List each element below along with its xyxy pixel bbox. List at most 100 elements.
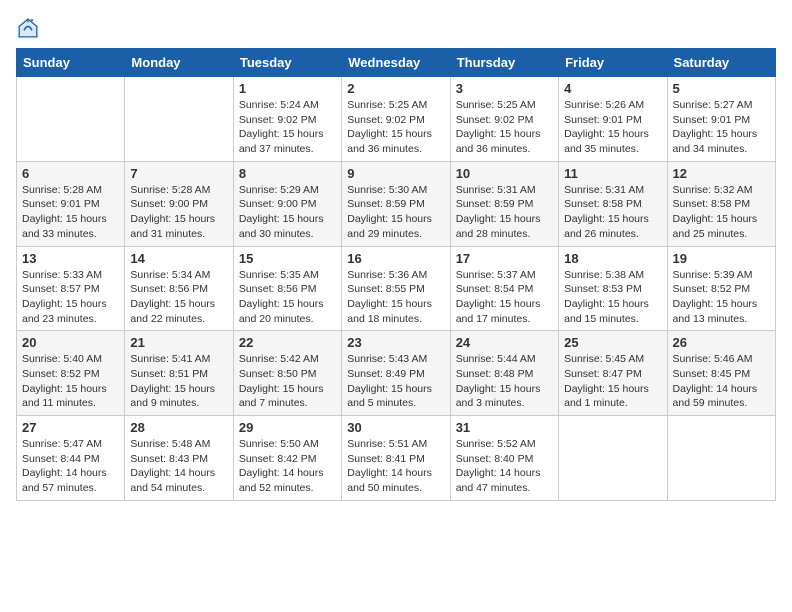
day-detail: Sunrise: 5:27 AM Sunset: 9:01 PM Dayligh… <box>673 98 770 157</box>
day-number: 20 <box>22 335 119 350</box>
day-number: 4 <box>564 81 661 96</box>
day-number: 1 <box>239 81 336 96</box>
column-header-friday: Friday <box>559 49 667 77</box>
day-detail: Sunrise: 5:26 AM Sunset: 9:01 PM Dayligh… <box>564 98 661 157</box>
calendar-cell: 31 Sunrise: 5:52 AM Sunset: 8:40 PM Dayli… <box>450 416 558 501</box>
day-number: 12 <box>673 166 770 181</box>
day-detail: Sunrise: 5:25 AM Sunset: 9:02 PM Dayligh… <box>456 98 553 157</box>
column-header-saturday: Saturday <box>667 49 775 77</box>
calendar-cell: 13 Sunrise: 5:33 AM Sunset: 8:57 PM Dayli… <box>17 246 125 331</box>
day-number: 31 <box>456 420 553 435</box>
calendar-cell <box>667 416 775 501</box>
day-number: 10 <box>456 166 553 181</box>
day-detail: Sunrise: 5:42 AM Sunset: 8:50 PM Dayligh… <box>239 352 336 411</box>
day-number: 9 <box>347 166 444 181</box>
calendar-cell: 1 Sunrise: 5:24 AM Sunset: 9:02 PM Daylig… <box>233 77 341 162</box>
calendar-cell: 28 Sunrise: 5:48 AM Sunset: 8:43 PM Dayli… <box>125 416 233 501</box>
day-number: 16 <box>347 251 444 266</box>
day-number: 5 <box>673 81 770 96</box>
column-header-sunday: Sunday <box>17 49 125 77</box>
day-detail: Sunrise: 5:37 AM Sunset: 8:54 PM Dayligh… <box>456 268 553 327</box>
day-detail: Sunrise: 5:38 AM Sunset: 8:53 PM Dayligh… <box>564 268 661 327</box>
day-detail: Sunrise: 5:32 AM Sunset: 8:58 PM Dayligh… <box>673 183 770 242</box>
calendar-cell: 25Sunrise: 5:45 AM Sunset: 8:47 PM Dayli… <box>559 331 667 416</box>
day-detail: Sunrise: 5:25 AM Sunset: 9:02 PM Dayligh… <box>347 98 444 157</box>
day-number: 15 <box>239 251 336 266</box>
day-detail: Sunrise: 5:29 AM Sunset: 9:00 PM Dayligh… <box>239 183 336 242</box>
calendar-cell: 19 Sunrise: 5:39 AM Sunset: 8:52 PM Dayli… <box>667 246 775 331</box>
day-number: 27 <box>22 420 119 435</box>
day-detail: Sunrise: 5:33 AM Sunset: 8:57 PM Dayligh… <box>22 268 119 327</box>
day-number: 29 <box>239 420 336 435</box>
day-number: 28 <box>130 420 227 435</box>
day-number: 25 <box>564 335 661 350</box>
day-number: 23 <box>347 335 444 350</box>
calendar-cell: 2 Sunrise: 5:25 AM Sunset: 9:02 PM Daylig… <box>342 77 450 162</box>
day-number: 8 <box>239 166 336 181</box>
day-detail: Sunrise: 5:46 AM Sunset: 8:45 PM Dayligh… <box>673 352 770 411</box>
day-detail: Sunrise: 5:36 AM Sunset: 8:55 PM Dayligh… <box>347 268 444 327</box>
calendar-cell: 24 Sunrise: 5:44 AM Sunset: 8:48 PM Dayli… <box>450 331 558 416</box>
day-detail: Sunrise: 5:50 AM Sunset: 8:42 PM Dayligh… <box>239 437 336 496</box>
day-number: 17 <box>456 251 553 266</box>
day-number: 18 <box>564 251 661 266</box>
day-detail: Sunrise: 5:35 AM Sunset: 8:56 PM Dayligh… <box>239 268 336 327</box>
calendar-cell: 20Sunrise: 5:40 AM Sunset: 8:52 PM Dayli… <box>17 331 125 416</box>
calendar-cell: 30 Sunrise: 5:51 AM Sunset: 8:41 PM Dayli… <box>342 416 450 501</box>
day-detail: Sunrise: 5:39 AM Sunset: 8:52 PM Dayligh… <box>673 268 770 327</box>
week-row-4: 20Sunrise: 5:40 AM Sunset: 8:52 PM Dayli… <box>17 331 776 416</box>
calendar-cell: 22 Sunrise: 5:42 AM Sunset: 8:50 PM Dayli… <box>233 331 341 416</box>
column-header-wednesday: Wednesday <box>342 49 450 77</box>
day-number: 7 <box>130 166 227 181</box>
day-number: 6 <box>22 166 119 181</box>
day-number: 22 <box>239 335 336 350</box>
day-number: 24 <box>456 335 553 350</box>
logo <box>16 16 44 40</box>
calendar-cell: 27 Sunrise: 5:47 AM Sunset: 8:44 PM Dayli… <box>17 416 125 501</box>
day-detail: Sunrise: 5:41 AM Sunset: 8:51 PM Dayligh… <box>130 352 227 411</box>
calendar-cell: 18 Sunrise: 5:38 AM Sunset: 8:53 PM Dayli… <box>559 246 667 331</box>
week-row-1: 1 Sunrise: 5:24 AM Sunset: 9:02 PM Daylig… <box>17 77 776 162</box>
calendar-cell: 29 Sunrise: 5:50 AM Sunset: 8:42 PM Dayli… <box>233 416 341 501</box>
calendar-cell: 21 Sunrise: 5:41 AM Sunset: 8:51 PM Dayli… <box>125 331 233 416</box>
week-row-5: 27 Sunrise: 5:47 AM Sunset: 8:44 PM Dayli… <box>17 416 776 501</box>
calendar-cell: 7Sunrise: 5:28 AM Sunset: 9:00 PM Daylig… <box>125 161 233 246</box>
day-number: 19 <box>673 251 770 266</box>
day-number: 21 <box>130 335 227 350</box>
day-number: 14 <box>130 251 227 266</box>
day-number: 30 <box>347 420 444 435</box>
day-detail: Sunrise: 5:30 AM Sunset: 8:59 PM Dayligh… <box>347 183 444 242</box>
calendar-cell: 8 Sunrise: 5:29 AM Sunset: 9:00 PM Daylig… <box>233 161 341 246</box>
calendar-header-row: SundayMondayTuesdayWednesdayThursdayFrid… <box>17 49 776 77</box>
calendar-cell <box>125 77 233 162</box>
calendar-cell: 6Sunrise: 5:28 AM Sunset: 9:01 PM Daylig… <box>17 161 125 246</box>
calendar-cell: 4 Sunrise: 5:26 AM Sunset: 9:01 PM Daylig… <box>559 77 667 162</box>
day-detail: Sunrise: 5:52 AM Sunset: 8:40 PM Dayligh… <box>456 437 553 496</box>
day-number: 13 <box>22 251 119 266</box>
calendar-cell: 26Sunrise: 5:46 AM Sunset: 8:45 PM Dayli… <box>667 331 775 416</box>
calendar-cell: 23 Sunrise: 5:43 AM Sunset: 8:49 PM Dayli… <box>342 331 450 416</box>
day-detail: Sunrise: 5:51 AM Sunset: 8:41 PM Dayligh… <box>347 437 444 496</box>
day-number: 2 <box>347 81 444 96</box>
logo-icon <box>16 16 40 40</box>
calendar-cell: 15 Sunrise: 5:35 AM Sunset: 8:56 PM Dayli… <box>233 246 341 331</box>
day-number: 11 <box>564 166 661 181</box>
calendar-cell: 14 Sunrise: 5:34 AM Sunset: 8:56 PM Dayli… <box>125 246 233 331</box>
day-detail: Sunrise: 5:48 AM Sunset: 8:43 PM Dayligh… <box>130 437 227 496</box>
week-row-2: 6Sunrise: 5:28 AM Sunset: 9:01 PM Daylig… <box>17 161 776 246</box>
day-detail: Sunrise: 5:43 AM Sunset: 8:49 PM Dayligh… <box>347 352 444 411</box>
day-detail: Sunrise: 5:44 AM Sunset: 8:48 PM Dayligh… <box>456 352 553 411</box>
day-detail: Sunrise: 5:31 AM Sunset: 8:59 PM Dayligh… <box>456 183 553 242</box>
day-number: 3 <box>456 81 553 96</box>
calendar-cell: 10 Sunrise: 5:31 AM Sunset: 8:59 PM Dayli… <box>450 161 558 246</box>
calendar-cell: 5 Sunrise: 5:27 AM Sunset: 9:01 PM Daylig… <box>667 77 775 162</box>
calendar-cell: 9 Sunrise: 5:30 AM Sunset: 8:59 PM Daylig… <box>342 161 450 246</box>
column-header-tuesday: Tuesday <box>233 49 341 77</box>
day-detail: Sunrise: 5:47 AM Sunset: 8:44 PM Dayligh… <box>22 437 119 496</box>
day-detail: Sunrise: 5:24 AM Sunset: 9:02 PM Dayligh… <box>239 98 336 157</box>
day-detail: Sunrise: 5:31 AM Sunset: 8:58 PM Dayligh… <box>564 183 661 242</box>
column-header-thursday: Thursday <box>450 49 558 77</box>
calendar-cell: 16 Sunrise: 5:36 AM Sunset: 8:55 PM Dayli… <box>342 246 450 331</box>
day-detail: Sunrise: 5:34 AM Sunset: 8:56 PM Dayligh… <box>130 268 227 327</box>
calendar-cell: 12 Sunrise: 5:32 AM Sunset: 8:58 PM Dayli… <box>667 161 775 246</box>
